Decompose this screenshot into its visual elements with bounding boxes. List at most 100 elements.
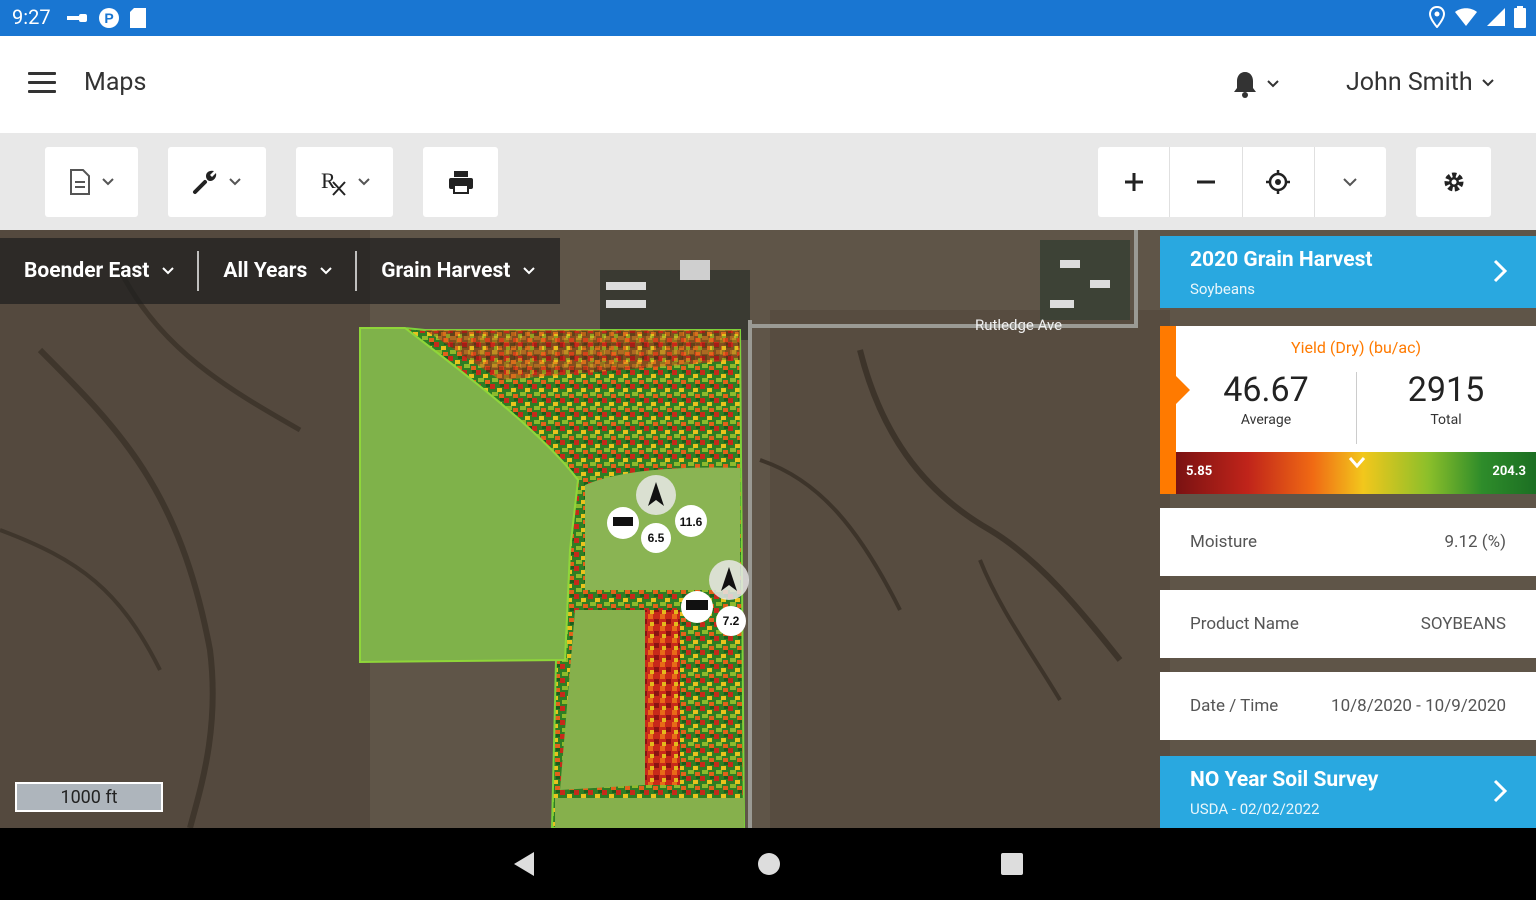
detail-value: 9.12 (%) — [1444, 532, 1506, 552]
rx-icon: R — [321, 168, 346, 196]
yield-summary-card: Yield (Dry) (bu/ac) 46.67 Average 2915 T… — [1160, 326, 1536, 494]
map-filter-bar: Boender East All Years Grain Harvest — [0, 238, 560, 304]
chevron-down-icon — [1481, 78, 1494, 86]
back-icon[interactable] — [512, 850, 536, 878]
system-nav-bar — [0, 828, 1536, 900]
chevron-down-icon — [523, 267, 536, 275]
marker-label: 7.2 — [723, 614, 740, 628]
operation-dropdown-label: Grain Harvest — [381, 259, 511, 283]
bell-icon — [1234, 72, 1256, 98]
chevron-down-icon — [1343, 178, 1358, 187]
print-icon — [448, 171, 473, 194]
chevron-right-icon — [1493, 259, 1508, 283]
document-icon — [69, 169, 90, 195]
combine-marker[interactable] — [607, 507, 639, 539]
p-circle-icon: P — [99, 8, 119, 28]
vehicle-marker[interactable] — [636, 475, 676, 515]
vehicle-marker[interactable] — [709, 560, 749, 600]
user-name: John Smith — [1346, 68, 1473, 97]
zoom-in-icon — [1124, 173, 1143, 191]
total-stat: 2915 Total — [1356, 370, 1536, 428]
zoom-out-button[interactable] — [1170, 147, 1243, 217]
prescription-dropdown-button[interactable]: R — [296, 147, 393, 217]
total-value: 2915 — [1407, 370, 1485, 410]
zoom-controls — [1098, 147, 1386, 217]
yield-marker[interactable]: 11.6 — [675, 505, 707, 537]
legend-min: 5.85 — [1186, 464, 1213, 479]
app-bar: Maps John Smith — [0, 36, 1536, 133]
map-toolbar: R — [0, 133, 1536, 230]
chevron-down-icon — [1267, 80, 1279, 88]
status-bar: 9:27 P — [0, 0, 1536, 36]
map-scale-bar: 1000 ft — [15, 782, 163, 812]
wrench-icon — [193, 170, 217, 194]
detail-value: 10/8/2020 - 10/9/2020 — [1331, 696, 1506, 716]
home-icon[interactable] — [756, 850, 782, 878]
svg-text:P: P — [104, 10, 113, 26]
average-stat: 46.67 Average — [1176, 370, 1356, 428]
layer-subtitle: Soybeans — [1190, 280, 1256, 298]
layer-info-panel: 2020 Grain Harvest Soybeans Yield (Dry) … — [1160, 236, 1536, 828]
signal-icon — [1487, 8, 1505, 26]
soil-survey-card[interactable]: NO Year Soil Survey USDA - 02/02/2022 — [1160, 756, 1536, 828]
key-icon — [67, 14, 87, 22]
app-screen: 9:27 P Maps John Smith R 11.6 6.5 7.2 Bo… — [0, 0, 1536, 900]
field-dropdown[interactable]: Boender East — [0, 251, 200, 291]
detail-key: Product Name — [1190, 614, 1299, 634]
marker-label: 6.5 — [648, 531, 665, 545]
chevron-down-icon — [320, 267, 332, 275]
selection-accent — [1160, 326, 1176, 494]
legend-marker-icon — [1348, 457, 1366, 469]
svg-text:R: R — [321, 168, 336, 193]
recents-icon[interactable] — [999, 850, 1025, 878]
chevron-down-icon — [101, 178, 114, 186]
page-title: Maps — [84, 68, 147, 97]
operation-dropdown[interactable]: Grain Harvest — [357, 251, 558, 291]
zoom-in-button[interactable] — [1098, 147, 1171, 217]
status-time: 9:27 — [12, 5, 51, 29]
tools-dropdown-button[interactable] — [168, 147, 266, 217]
print-button[interactable] — [423, 147, 498, 217]
detail-row-product: Product Name SOYBEANS — [1160, 590, 1536, 658]
truck-marker[interactable] — [681, 591, 713, 623]
layer-header-card[interactable]: 2020 Grain Harvest Soybeans — [1160, 236, 1536, 308]
user-menu[interactable]: John Smith — [1346, 68, 1495, 97]
detail-row-date: Date / Time 10/8/2020 - 10/9/2020 — [1160, 672, 1536, 740]
soil-survey-subtitle: USDA - 02/02/2022 — [1190, 800, 1320, 818]
location-icon — [1428, 6, 1446, 28]
total-label: Total — [1430, 412, 1462, 428]
zoom-more-button[interactable] — [1315, 147, 1386, 217]
soil-survey-title: NO Year Soil Survey — [1190, 768, 1379, 792]
legend-max: 204.3 — [1492, 464, 1526, 479]
layer-title: 2020 Grain Harvest — [1190, 248, 1373, 272]
detail-row-moisture: Moisture 9.12 (%) — [1160, 508, 1536, 576]
chevron-down-icon — [357, 178, 370, 186]
chevron-down-icon — [229, 178, 241, 186]
yield-title: Yield (Dry) (bu/ac) — [1290, 338, 1422, 357]
battery-icon — [1514, 6, 1526, 28]
gear-icon — [1444, 172, 1463, 192]
chevron-right-icon — [1493, 779, 1508, 803]
hamburger-menu-icon[interactable] — [28, 72, 56, 94]
average-value: 46.67 — [1223, 370, 1309, 410]
chevron-down-icon — [162, 267, 175, 275]
road-label: Rutledge Ave — [975, 316, 1063, 334]
notifications-button[interactable] — [1232, 70, 1280, 98]
locate-icon — [1266, 170, 1291, 194]
zoom-out-icon — [1196, 180, 1215, 184]
yield-legend-gradient[interactable]: 5.85 204.3 — [1176, 452, 1536, 494]
yield-marker[interactable]: 6.5 — [641, 523, 671, 553]
field-dropdown-label: Boender East — [24, 259, 150, 283]
sd-card-icon — [130, 8, 146, 28]
detail-key: Moisture — [1190, 532, 1257, 552]
years-dropdown-label: All Years — [223, 259, 308, 283]
detail-value: SOYBEANS — [1420, 614, 1506, 634]
locate-button[interactable] — [1243, 147, 1315, 217]
detail-key: Date / Time — [1190, 696, 1279, 716]
years-dropdown[interactable]: All Years — [199, 251, 358, 291]
yield-marker[interactable]: 7.2 — [716, 606, 746, 636]
marker-label: 11.6 — [680, 515, 703, 529]
average-label: Average — [1240, 412, 1292, 428]
layers-dropdown-button[interactable] — [45, 147, 138, 217]
settings-button[interactable] — [1416, 147, 1491, 217]
